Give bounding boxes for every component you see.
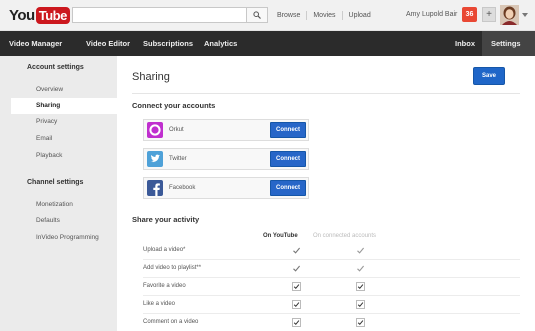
comment-youtube-checkbox[interactable] [292,318,301,327]
activity-label: Add video to playlist** [143,265,202,271]
sidebar-item-defaults[interactable]: Defaults [11,213,117,229]
search-button[interactable] [247,7,268,23]
activity-row-like: Like a video [132,296,520,314]
like-youtube-checkbox[interactable] [292,300,301,309]
like-connected-checkbox[interactable] [356,300,365,309]
search-icon [253,11,261,19]
save-button[interactable]: Save [473,67,505,85]
checkmark-icon[interactable] [292,264,301,273]
share-plus-button[interactable]: + [482,7,496,22]
orkut-icon [147,122,163,138]
activity-row-comment: Comment on a video [132,314,520,331]
nav-settings[interactable]: Settings [482,31,535,56]
sidebar-item-email[interactable]: Email [11,131,117,147]
activity-row-upload: Upload a video* [132,242,520,260]
upload-link[interactable]: Upload [349,12,371,19]
checkmark-icon [293,320,300,326]
title-divider [132,93,520,94]
activity-row-playlist: Add video to playlist** [132,260,520,278]
nav-inbox[interactable]: Inbox [455,31,475,56]
logo-you: You [9,6,35,24]
connect-twitter-button[interactable]: Connect [270,151,306,167]
nav-video-manager[interactable]: Video Manager [9,31,62,56]
favorite-connected-checkbox[interactable] [356,282,365,291]
account-name: Orkut [169,127,184,133]
activity-label: Upload a video* [143,247,186,253]
channel-settings-heading: Channel settings [27,179,84,186]
sidebar-item-invideo-programming[interactable]: InVideo Programming [11,230,117,246]
checkmark-icon[interactable] [356,246,365,255]
comment-connected-checkbox[interactable] [356,318,365,327]
checkmark-icon [357,302,364,308]
movies-link[interactable]: Movies [313,12,335,19]
youtube-logo[interactable]: You Tube [9,6,70,24]
sidebar-item-sharing[interactable]: Sharing [11,98,117,114]
connect-accounts-heading: Connect your accounts [132,101,216,110]
checkmark-icon[interactable] [356,264,365,273]
twitter-account-row: Twitter Connect [143,148,309,170]
logo-tube: Tube [35,6,70,24]
masthead: You Tube Browse Movies Upload Amy Lupold… [0,0,535,31]
activity-label: Favorite a video [143,283,186,289]
nav-subscriptions[interactable]: Subscriptions [143,31,193,56]
activity-label: Like a video [143,301,176,307]
top-links: Browse Movies Upload [277,11,371,20]
avatar[interactable] [500,5,519,25]
sidebar-item-overview[interactable]: Overview [11,82,117,98]
twitter-icon [147,151,163,167]
orkut-account-row: Orkut Connect [143,119,309,141]
nav-video-editor[interactable]: Video Editor [86,31,130,56]
facebook-icon [147,180,163,196]
share-activity-heading: Share your activity [132,215,200,224]
col-on-connected-accounts: On connected accounts [313,233,377,239]
connect-orkut-button[interactable]: Connect [270,122,306,138]
sharing-panel: Sharing Save Connect your accounts Orkut… [117,56,535,331]
link-divider [341,11,343,20]
activity-row-favorite: Favorite a video [132,278,520,296]
notification-badge[interactable]: 36 [462,7,477,22]
checkmark-icon [293,302,300,308]
checkmark-icon [357,320,364,326]
favorite-youtube-checkbox[interactable] [292,282,301,291]
nav-analytics[interactable]: Analytics [204,31,237,56]
channel-nav: Video Manager Video Editor Subscriptions… [0,31,535,56]
browse-link[interactable]: Browse [277,12,300,19]
facebook-account-row: Facebook Connect [143,177,309,199]
account-settings-heading: Account settings [27,64,84,71]
sidebar-item-privacy[interactable]: Privacy [11,114,117,130]
settings-sidebar: Account settings Overview Sharing Privac… [0,56,117,331]
connect-facebook-button[interactable]: Connect [270,180,306,196]
account-name: Twitter [169,156,187,162]
avatar-portrait-icon [500,5,519,25]
checkmark-icon[interactable] [292,246,301,255]
col-on-youtube: On YouTube [263,233,298,239]
username[interactable]: Amy Lupold Bair [406,11,457,18]
chevron-down-icon[interactable] [522,13,528,17]
account-name: Facebook [169,185,196,191]
sidebar-item-playback[interactable]: Playback [11,148,117,164]
sidebar-item-monetization[interactable]: Monetization [11,197,117,213]
activity-label: Comment on a video [143,319,199,325]
page-title: Sharing [132,71,170,83]
checkmark-icon [293,284,300,290]
link-divider [306,11,308,20]
checkmark-icon [357,284,364,290]
search-input[interactable] [72,7,247,23]
